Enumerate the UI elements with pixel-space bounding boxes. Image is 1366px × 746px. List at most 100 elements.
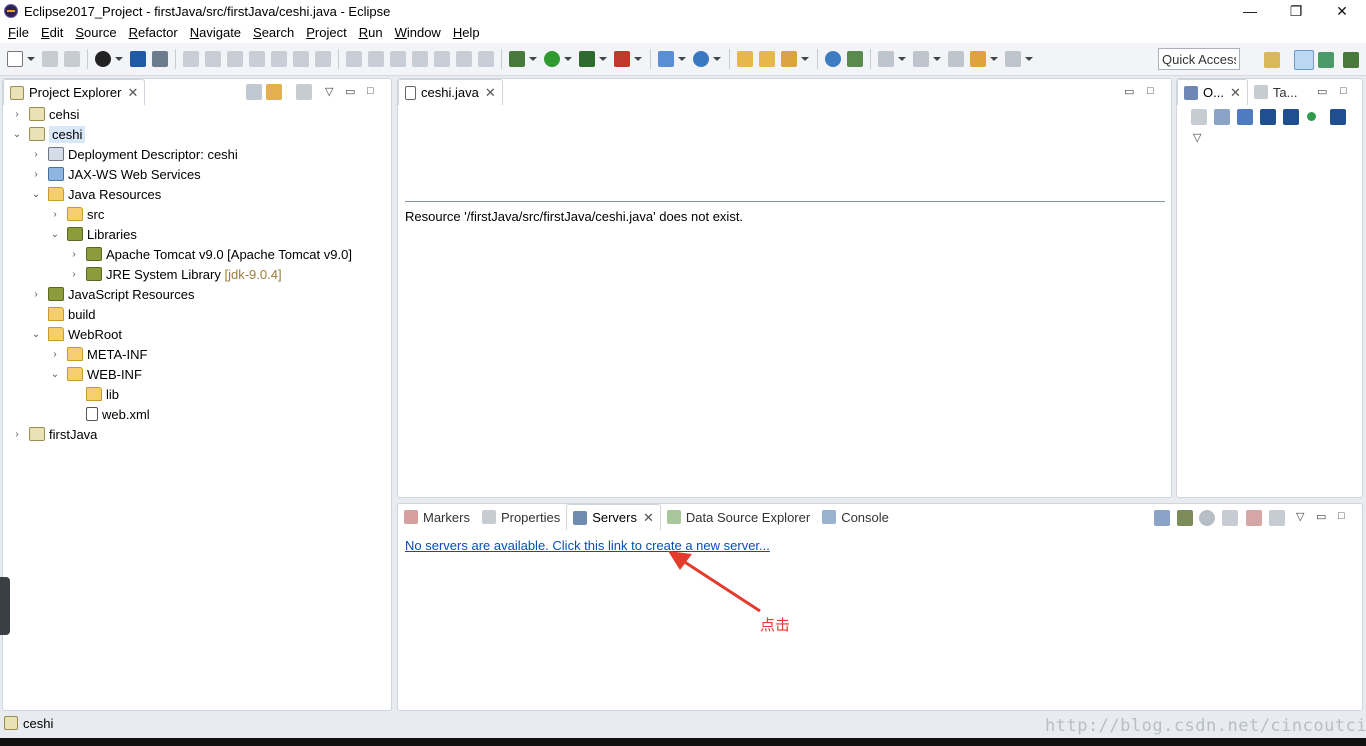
tree-item-web-xml[interactable]: web.xml: [68, 404, 150, 424]
drop-to-frame-icon[interactable]: [346, 51, 362, 67]
tree-item-src[interactable]: › src: [49, 204, 104, 224]
new-server-icon[interactable]: [658, 51, 674, 67]
tree-item-ceshi[interactable]: ⌄ ceshi: [11, 124, 86, 144]
run-icon[interactable]: [544, 51, 560, 67]
collapse-icon[interactable]: ⌄: [30, 328, 42, 340]
chevron-down-icon[interactable]: [115, 57, 123, 61]
chevron-down-icon[interactable]: [27, 57, 35, 61]
tree-item-tomcat[interactable]: › Apache Tomcat v9.0 [Apache Tomcat v9.0…: [68, 244, 352, 264]
stop-server-icon[interactable]: [1246, 510, 1262, 526]
java-ee-perspective-icon[interactable]: [1294, 50, 1314, 70]
menu-navigate[interactable]: Navigate: [184, 25, 247, 40]
toggle-mark-icon[interactable]: [390, 51, 406, 67]
close-icon[interactable]: ✕: [127, 85, 138, 101]
filter-icon[interactable]: [296, 84, 312, 100]
view-menu-icon[interactable]: ▽: [1193, 131, 1201, 144]
close-icon[interactable]: ✕: [643, 510, 654, 526]
tab-ceshi-java[interactable]: ceshi.java ✕: [398, 79, 503, 105]
tree-item-firstjava[interactable]: › firstJava: [11, 424, 97, 444]
menu-refactor[interactable]: Refactor: [123, 25, 184, 40]
collapse-icon[interactable]: ⌄: [49, 228, 61, 240]
minimize-button[interactable]: —: [1227, 0, 1273, 22]
link-with-editor-icon[interactable]: [266, 84, 282, 100]
sort-icon[interactable]: [1237, 109, 1253, 125]
profile-server-icon[interactable]: [1222, 510, 1238, 526]
terminate-icon[interactable]: [227, 51, 243, 67]
profile-icon[interactable]: [95, 51, 111, 67]
chevron-down-icon[interactable]: [801, 57, 809, 61]
forward-icon[interactable]: [1005, 51, 1021, 67]
disconnect-icon[interactable]: [249, 51, 265, 67]
menu-project[interactable]: Project: [300, 25, 352, 40]
hide-fields-icon[interactable]: [1260, 109, 1276, 125]
hide-static-icon[interactable]: [1283, 109, 1299, 125]
tab-servers[interactable]: Servers ✕: [566, 504, 661, 530]
expand-icon[interactable]: ›: [68, 248, 80, 260]
skip-breakpoints-icon[interactable]: [152, 51, 168, 67]
menu-search[interactable]: Search: [247, 25, 300, 40]
collapse-icon[interactable]: ⌄: [30, 188, 42, 200]
debug-server-icon[interactable]: [1177, 510, 1193, 526]
tab-console[interactable]: Console: [816, 504, 895, 530]
save-all-icon[interactable]: [64, 51, 80, 67]
step-into-icon[interactable]: [271, 51, 287, 67]
tree-item-libraries[interactable]: ⌄ Libraries: [49, 224, 137, 244]
chevron-down-icon[interactable]: [990, 57, 998, 61]
terminal-icon[interactable]: [130, 51, 146, 67]
use-step-filters-icon[interactable]: [368, 51, 384, 67]
previous-annotation-icon[interactable]: [913, 51, 929, 67]
maximize-view-icon[interactable]: □: [1147, 85, 1154, 97]
tree-item-webroot[interactable]: ⌄ WebRoot: [30, 324, 122, 344]
browser-icon[interactable]: [825, 51, 841, 67]
toggle-breadcrumb-icon[interactable]: [434, 51, 450, 67]
collapse-all-icon[interactable]: [1154, 510, 1170, 526]
block-selection-icon[interactable]: [456, 51, 472, 67]
chevron-down-icon[interactable]: [529, 57, 537, 61]
chevron-down-icon[interactable]: [564, 57, 572, 61]
minimize-view-icon[interactable]: ▭: [1124, 85, 1134, 98]
collapse-icon[interactable]: ⌄: [11, 128, 23, 140]
collapse-icon[interactable]: ⌄: [49, 368, 61, 380]
tab-markers[interactable]: Markers: [398, 504, 476, 530]
menu-file[interactable]: File: [2, 25, 35, 40]
java-perspective-icon[interactable]: [1318, 52, 1334, 68]
expand-icon[interactable]: ›: [49, 208, 61, 220]
minimize-view-icon[interactable]: ▭: [345, 85, 355, 98]
debug-icon[interactable]: [509, 51, 525, 67]
hide-non-public-icon[interactable]: [1307, 112, 1316, 121]
search-icon[interactable]: [781, 51, 797, 67]
menu-source[interactable]: Source: [69, 25, 122, 40]
collapse-all-icon[interactable]: [246, 84, 262, 100]
back-icon[interactable]: [970, 51, 986, 67]
open-task-icon[interactable]: [759, 51, 775, 67]
minimize-view-icon[interactable]: ▭: [1316, 510, 1326, 523]
last-edit-location-icon[interactable]: [948, 51, 964, 67]
tree-item-javascript-resources[interactable]: › JavaScript Resources: [30, 284, 194, 304]
expand-icon[interactable]: ›: [30, 148, 42, 160]
collapse-all-icon[interactable]: [1214, 109, 1230, 125]
restore-button[interactable]: ❐: [1273, 0, 1319, 22]
tree-item-cehsi[interactable]: › cehsi: [11, 104, 79, 124]
tab-project-explorer[interactable]: Project Explorer ✕: [3, 79, 146, 105]
open-type-icon[interactable]: [737, 51, 753, 67]
expand-icon[interactable]: ›: [11, 428, 23, 440]
expand-icon[interactable]: ›: [49, 348, 61, 360]
tree-item-jre[interactable]: › JRE System Library [jdk-9.0.4]: [68, 264, 281, 284]
close-button[interactable]: ✕: [1319, 0, 1365, 22]
tab-data-source-explorer[interactable]: Data Source Explorer: [661, 504, 816, 530]
resume-icon[interactable]: [183, 51, 199, 67]
tab-outline[interactable]: O... ✕: [1177, 79, 1248, 105]
menu-help[interactable]: Help: [447, 25, 486, 40]
step-over-icon[interactable]: [293, 51, 309, 67]
tree-item-lib[interactable]: lib: [68, 384, 119, 404]
focus-icon[interactable]: [1191, 109, 1207, 125]
close-icon[interactable]: ✕: [1230, 85, 1241, 101]
tree-item-java-resources[interactable]: ⌄ Java Resources: [30, 184, 161, 204]
chevron-down-icon[interactable]: [713, 57, 721, 61]
annotation-icon[interactable]: [847, 51, 863, 67]
expand-icon[interactable]: ›: [30, 288, 42, 300]
hide-local-types-icon[interactable]: [1330, 109, 1346, 125]
maximize-view-icon[interactable]: □: [367, 85, 374, 97]
tree-item-deployment-descriptor[interactable]: › Deployment Descriptor: ceshi: [30, 144, 237, 164]
save-icon[interactable]: [42, 51, 58, 67]
